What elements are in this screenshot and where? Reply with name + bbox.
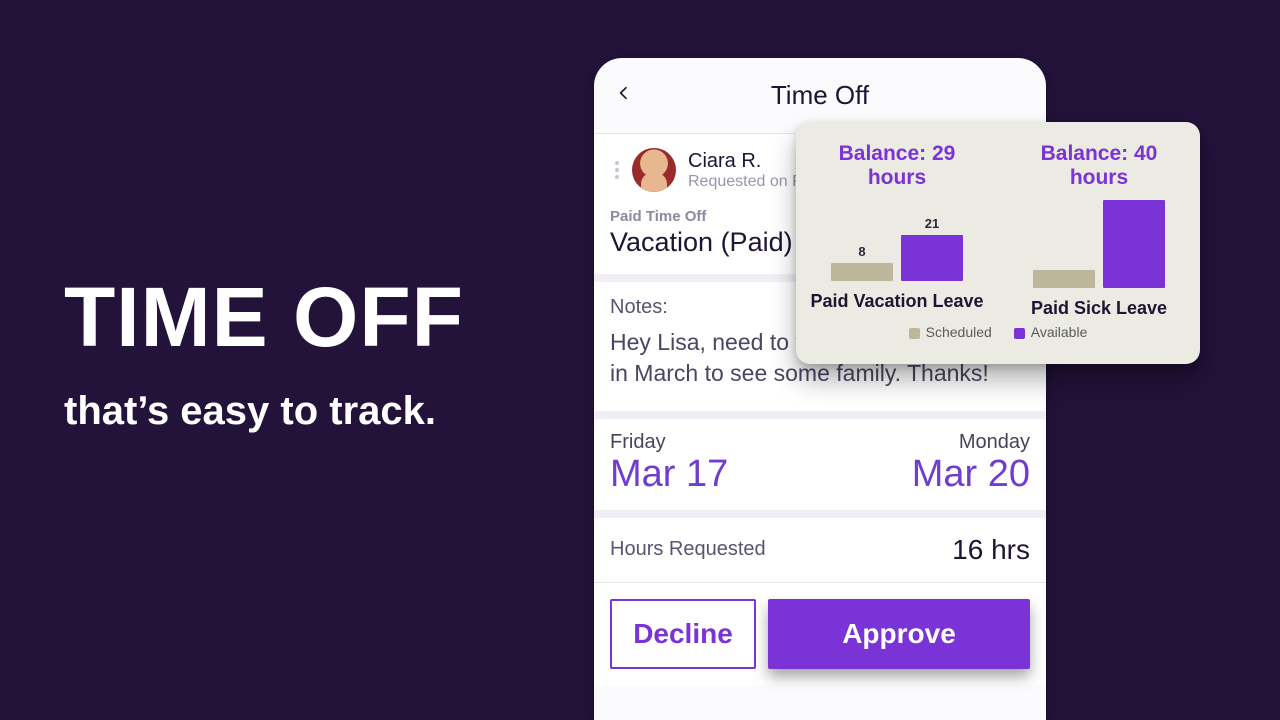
legend-swatch-available-icon	[1014, 328, 1025, 339]
start-dow: Friday	[610, 431, 728, 454]
bar-available	[1103, 200, 1165, 288]
back-button[interactable]	[608, 80, 640, 112]
start-md: Mar 17	[610, 454, 728, 496]
dot-icon	[615, 175, 619, 179]
legend-available-label: Available	[1031, 324, 1088, 340]
end-date: Monday Mar 20	[912, 431, 1030, 496]
chart-group-label: Paid Sick Leave	[1031, 298, 1167, 319]
chart-legend: Scheduled Available	[796, 324, 1200, 340]
bar-scheduled-rect	[831, 263, 893, 281]
chevron-left-icon	[616, 81, 632, 110]
avatar	[632, 148, 676, 192]
decline-button[interactable]: Decline	[610, 599, 756, 669]
bar-available-rect	[1103, 200, 1165, 288]
balance-chart-card: Balance: 29hours821Paid Vacation LeaveBa…	[796, 122, 1200, 364]
bar-value-label: 21	[925, 216, 939, 231]
balance-text: Balance: 40hours	[1041, 142, 1158, 190]
bar-scheduled: 8	[831, 200, 893, 281]
bar-value-label: 8	[858, 244, 865, 259]
approve-button[interactable]: Approve	[768, 599, 1030, 669]
start-date: Friday Mar 17	[610, 431, 728, 496]
chart-groups: Balance: 29hours821Paid Vacation LeaveBa…	[796, 142, 1200, 312]
end-md: Mar 20	[912, 454, 1030, 496]
bars-row	[1033, 200, 1165, 288]
dates-section: Friday Mar 17 Monday Mar 20	[594, 419, 1046, 518]
headline-big: TIME OFF	[64, 275, 464, 359]
headline-sub: that’s easy to track.	[64, 391, 464, 431]
legend-scheduled: Scheduled	[909, 324, 992, 340]
hours-section: Hours Requested 16 hrs	[594, 518, 1046, 583]
stage: TIME OFF that’s easy to track. Time Off	[0, 0, 1280, 720]
bar-scheduled	[1033, 200, 1095, 288]
legend-swatch-scheduled-icon	[909, 328, 920, 339]
legend-scheduled-label: Scheduled	[926, 324, 992, 340]
hours-requested-label: Hours Requested	[610, 538, 766, 561]
end-dow: Monday	[912, 431, 1030, 454]
bar-scheduled-rect	[1033, 270, 1095, 288]
action-buttons: Decline Approve	[594, 583, 1046, 685]
bars-row: 8 21	[831, 200, 963, 281]
page-title: Time Off	[594, 80, 1046, 111]
legend-available: Available	[1014, 324, 1088, 340]
more-menu-button[interactable]	[610, 161, 624, 179]
dot-icon	[615, 161, 619, 165]
marketing-headline: TIME OFF that’s easy to track.	[64, 275, 464, 431]
bar-available-rect	[901, 235, 963, 281]
dot-icon	[615, 168, 619, 172]
bar-available: 21	[901, 200, 963, 281]
chart-group: Balance: 29hours 8 21 Paid Vacation Leave	[796, 142, 998, 312]
chart-group: Balance: 40hoursPaid Sick Leave	[998, 142, 1200, 312]
chart-group-label: Paid Vacation Leave	[810, 291, 983, 312]
balance-text: Balance: 29hours	[839, 142, 956, 190]
hours-requested-value: 16 hrs	[952, 534, 1030, 566]
